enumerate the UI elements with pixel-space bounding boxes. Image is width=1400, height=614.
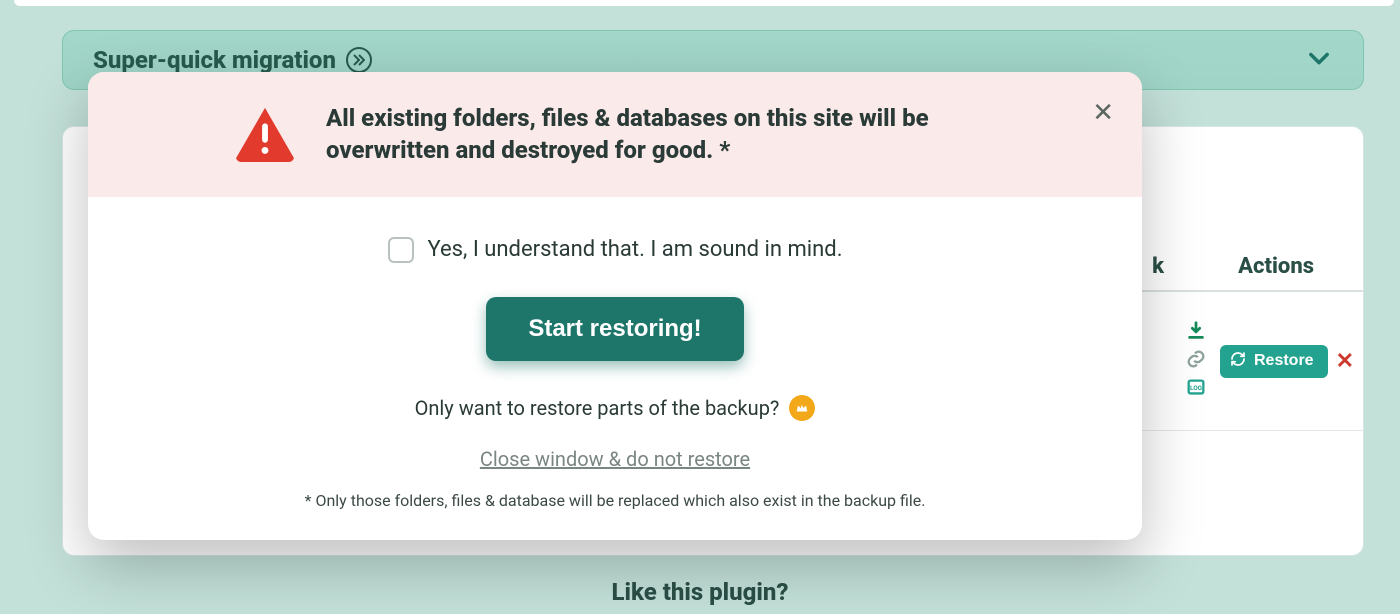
cancel-close-link[interactable]: Close window & do not restore [128, 447, 1102, 471]
crown-icon[interactable] [789, 395, 815, 421]
modal-overlay: All existing folders, files & databases … [0, 0, 1400, 614]
consent-row[interactable]: Yes, I understand that. I am sound in mi… [388, 237, 843, 263]
warning-icon [234, 106, 296, 166]
modal-header: All existing folders, files & databases … [88, 72, 1142, 197]
partial-restore-text: Only want to restore parts of the backup… [415, 396, 780, 420]
consent-checkbox[interactable] [388, 237, 414, 263]
modal-warning-title: All existing folders, files & databases … [326, 102, 966, 167]
start-restoring-button[interactable]: Start restoring! [486, 297, 743, 361]
modal-body: Yes, I understand that. I am sound in mi… [88, 197, 1142, 540]
consent-label: Yes, I understand that. I am sound in mi… [428, 237, 843, 262]
partial-restore-row: Only want to restore parts of the backup… [415, 395, 816, 421]
restore-confirm-modal: All existing folders, files & databases … [88, 72, 1142, 540]
modal-footnote: * Only those folders, files & database w… [128, 491, 1102, 510]
close-icon[interactable]: ✕ [1092, 100, 1114, 126]
